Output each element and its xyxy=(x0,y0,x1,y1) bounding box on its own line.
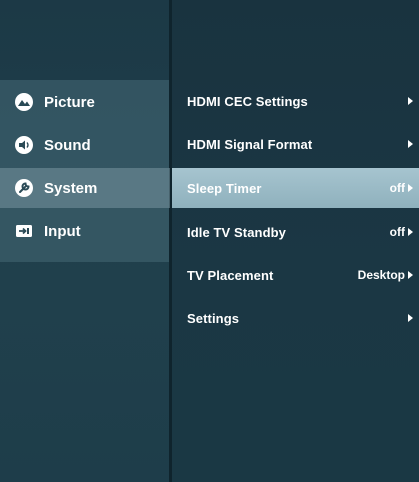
menu-item-label: Picture xyxy=(44,93,95,111)
sound-icon xyxy=(14,135,34,155)
setting-value: off xyxy=(389,181,405,195)
chevron-right-icon xyxy=(408,184,413,192)
picture-icon xyxy=(14,92,34,112)
menu-item-label: Input xyxy=(44,222,81,240)
chevron-right-icon xyxy=(408,314,413,322)
setting-label: HDMI CEC Settings xyxy=(187,93,308,109)
setting-label: HDMI Signal Format xyxy=(187,136,313,152)
menu-item-sound[interactable]: Sound xyxy=(0,125,170,165)
setting-label: Settings xyxy=(187,310,240,326)
setting-label: Idle TV Standby xyxy=(187,224,287,240)
setting-value: off xyxy=(389,225,405,239)
menu-item-input[interactable]: Input xyxy=(0,211,170,251)
menu-item-system[interactable]: System xyxy=(0,168,170,208)
menu-item-label: Sound xyxy=(44,136,91,154)
setting-label: TV Placement xyxy=(187,267,274,283)
setting-label: Sleep Timer xyxy=(187,180,262,196)
menu-item-label: System xyxy=(44,179,98,197)
chevron-right-icon xyxy=(408,97,413,105)
setting-hdmi-signal-format[interactable]: HDMI Signal Format xyxy=(172,124,419,164)
setting-settings[interactable]: Settings xyxy=(172,298,419,338)
menu-item-picture[interactable]: Picture xyxy=(0,82,170,122)
chevron-right-icon xyxy=(408,228,413,236)
input-icon xyxy=(14,221,34,241)
setting-idle-tv-standby[interactable]: Idle TV Standby off xyxy=(172,212,419,252)
setting-value: Desktop xyxy=(357,268,405,282)
chevron-right-icon xyxy=(408,140,413,148)
system-icon xyxy=(14,178,34,198)
chevron-right-icon xyxy=(408,271,413,279)
setting-hdmi-cec[interactable]: HDMI CEC Settings xyxy=(172,81,419,121)
setting-sleep-timer[interactable]: Sleep Timer off xyxy=(172,168,419,208)
setting-tv-placement[interactable]: TV Placement Desktop xyxy=(172,255,419,295)
